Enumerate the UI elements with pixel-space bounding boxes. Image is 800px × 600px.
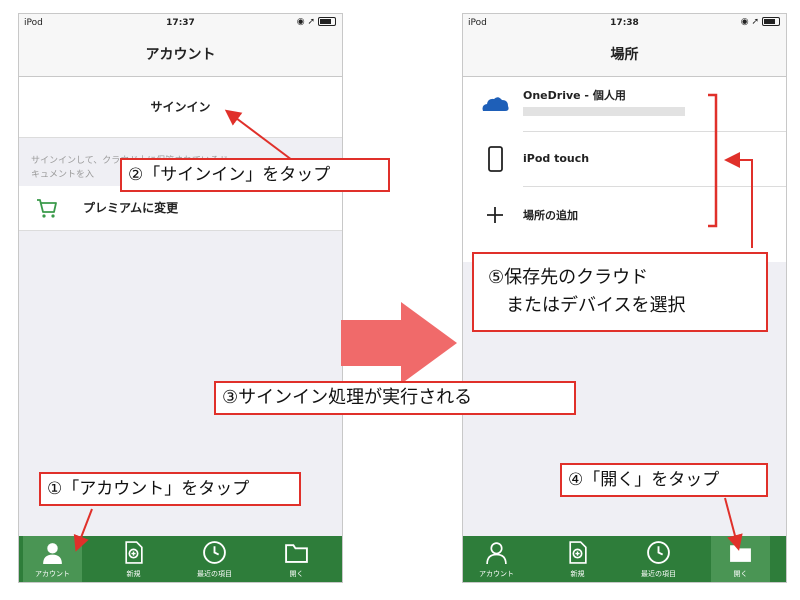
clock-icon <box>647 541 670 564</box>
new-document-icon <box>569 541 587 564</box>
location-label: OneDrive - 個人用 <box>523 89 626 102</box>
tab-bar: アカウント 新規 最近の項目 開く <box>19 536 342 582</box>
plus-icon <box>487 207 503 223</box>
clock-icon <box>203 541 226 564</box>
location-onedrive[interactable]: OneDrive - 個人用 <box>463 77 786 132</box>
tab-recent[interactable]: 最近の項目 <box>629 536 688 582</box>
location-label: 場所の追加 <box>523 209 578 222</box>
callout-step3: ③サインイン処理が実行される <box>214 381 576 415</box>
battery-icon: ◉ ➚ <box>741 17 780 27</box>
tab-recent[interactable]: 最近の項目 <box>185 536 244 582</box>
page-title: アカウント <box>19 34 342 77</box>
cart-icon <box>37 199 57 218</box>
battery-icon: ◉ ➚ <box>297 17 336 27</box>
new-document-icon <box>125 541 143 564</box>
callout-step2: ②「サインイン」をタップ <box>120 158 390 192</box>
page-title: 場所 <box>463 34 786 77</box>
callout-step1: ①「アカウント」をタップ <box>39 472 301 506</box>
tab-new[interactable]: 新規 <box>548 536 607 582</box>
folder-icon <box>285 544 308 563</box>
status-time: 17:37 <box>166 18 195 28</box>
callout-step5: ⑤保存先のクラウド またはデバイスを選択 <box>472 252 768 332</box>
folder-icon <box>730 545 751 562</box>
location-add[interactable]: 場所の追加 <box>463 187 786 242</box>
transition-arrow <box>341 302 457 384</box>
premium-label: プレミアムに変更 <box>83 201 179 215</box>
cloud-icon <box>482 97 509 111</box>
phone-device-icon <box>488 146 503 172</box>
person-icon <box>43 543 62 564</box>
person-icon <box>486 542 507 564</box>
signin-button[interactable]: サインイン <box>19 77 342 138</box>
tab-open[interactable]: 開く <box>711 536 770 582</box>
location-ipod-touch[interactable]: iPod touch <box>463 132 786 187</box>
tab-open[interactable]: 開く <box>267 536 326 582</box>
status-time: 17:38 <box>610 18 639 28</box>
callout-step4: ④「開く」をタップ <box>560 463 768 497</box>
location-label: iPod touch <box>523 152 590 165</box>
status-bar: iPod 17:37 ◉ ➚ <box>19 14 342 34</box>
tab-new[interactable]: 新規 <box>104 536 163 582</box>
premium-upgrade-button[interactable]: プレミアムに変更 <box>19 186 342 231</box>
tab-account[interactable]: アカウント <box>23 536 82 582</box>
tab-bar: アカウント 新規 最近の項目 開く <box>463 536 786 582</box>
account-email-redacted <box>523 107 685 116</box>
status-bar: iPod 17:38 ◉ ➚ <box>463 14 786 34</box>
tab-account[interactable]: アカウント <box>467 536 526 582</box>
